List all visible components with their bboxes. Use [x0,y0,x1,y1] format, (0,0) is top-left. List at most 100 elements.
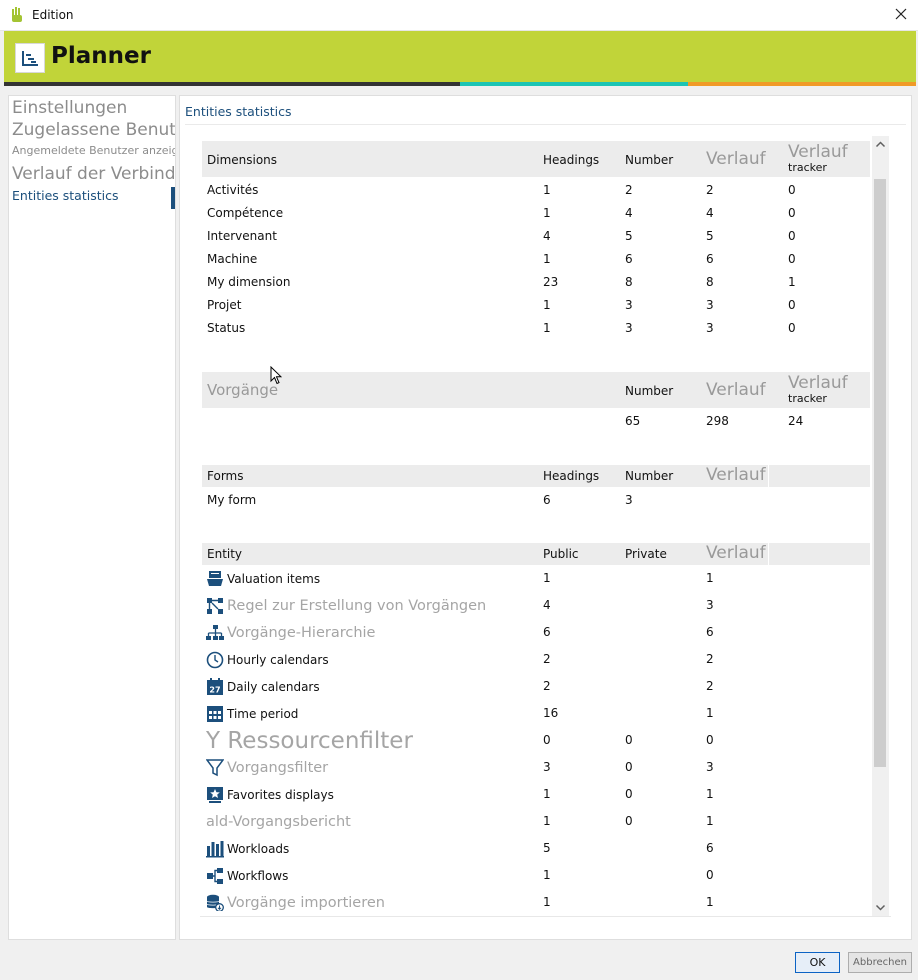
sidebar-item-verlauf-verbindung[interactable]: Verlauf der Verbindung [12,164,175,184]
main-panel: Entities statistics Dimensions Headings … [179,95,912,940]
entity-name: Vorgänge-Hierarchie [227,624,376,641]
dimension-name: Status [207,321,246,335]
app-title: Planner [51,43,151,69]
form-headings: 6 [543,493,551,507]
table-row: Vorgänge importieren 1 1 [202,889,870,911]
vorgaenge-number: 65 [625,414,641,428]
dimension-number: 8 [625,275,633,289]
stripe-dark [4,82,232,86]
dimension-number: 6 [625,252,633,266]
planner-logo [15,43,45,73]
entity-name-cell: Workloads [206,835,289,862]
dimensions-col-number: Number [625,153,674,167]
calendar-27-icon: 27 [206,677,224,696]
ok-button[interactable]: OK [795,952,840,973]
panel-bottom-divider [200,916,891,917]
sidebar-nav: Einstellungen Zugelassene Benutzer/Grupp… [8,95,176,940]
table-row: Valuation items 1 1 [202,565,870,592]
dimensions-col-name: Dimensions [207,153,278,167]
dimension-number: 2 [625,183,633,197]
entity-name: Favorites displays [227,787,334,802]
vertical-scrollbar[interactable] [872,136,889,916]
dimension-verlauf: 8 [706,275,714,289]
dimension-verlauf: 3 [706,298,714,312]
entities-table: Entity Public Private Verlauf Valuation … [202,543,870,911]
entities-col-verlauf: Verlauf [706,543,766,563]
entity-verlauf: 3 [706,598,714,612]
table-row: Favorites displays 1 0 1 [202,781,870,808]
entity-public: 2 [543,679,551,693]
dimension-headings: 1 [543,206,551,220]
scroll-down-arrow-icon[interactable] [872,899,889,916]
vorgaenge-col-verlauf: Verlauf [706,380,766,400]
dimension-headings: 4 [543,229,551,243]
table-row: 65 298 24 [202,408,870,431]
dimension-headings: 23 [543,275,559,289]
dimension-number: 3 [625,298,633,312]
entity-verlauf: 1 [706,814,714,828]
entity-name-cell: Vorgänge importieren [206,889,385,911]
entity-name: Vorgänge importieren [227,894,385,911]
entity-verlauf: 3 [706,760,714,774]
stripe-orange [688,82,916,86]
dimensions-header: Dimensions Headings Number Verlauf Verla… [202,141,870,177]
dimension-tracker: 0 [788,252,796,266]
table-row: Y Ressourcenfilter 0 0 0 [202,727,870,754]
sidebar-item-einstellungen[interactable]: Einstellungen [12,98,127,118]
table-row: Intervenant 4 5 5 0 [202,223,870,246]
hand-app-icon [12,7,22,22]
sidebar-item-angemeldete-benutzer[interactable]: Angemeldete Benutzer anzeigen [12,144,175,157]
dimensions-table: Dimensions Headings Number Verlauf Verla… [202,141,870,338]
dimensions-col-verlauf-tracker: Verlauf tracker [788,142,848,173]
forms-col-verlauf: Verlauf [706,465,766,485]
entity-name: ald-Vorgangsbericht [206,813,351,830]
dimension-tracker: 0 [788,229,796,243]
entity-name: Valuation items [227,571,321,586]
entity-name-cell: Valuation items [206,565,320,592]
dimension-name: Machine [207,252,258,266]
entity-public: 3 [543,760,551,774]
sidebar-item-zugelassene-benutzer[interactable]: Zugelassene Benutzer/Gruppen [12,120,175,140]
dimension-name: Activités [207,183,259,197]
table-row: Workloads 5 6 [202,835,870,862]
entity-public: 4 [543,598,551,612]
scrollbar-thumb[interactable] [874,179,886,767]
stripe-dark-2 [232,82,460,86]
entities-header: Entity Public Private Verlauf [202,543,870,565]
vorgaenge-col-number: Number [625,384,674,398]
table-row: Regel zur Erstellung von Vorgängen 4 3 [202,592,870,619]
header-separator [768,465,769,487]
vorgaenge-col-verlauf2: Verlauf [788,373,848,393]
favorite-star-icon [206,786,224,804]
entity-private: 0 [625,814,633,828]
table-row: ald-Vorgangsbericht 1 0 1 [202,808,870,835]
dimension-number: 5 [625,229,633,243]
dimension-headings: 1 [543,183,551,197]
table-row: Compétence 1 4 4 0 [202,200,870,223]
entity-name: Vorgangsfilter [227,759,329,776]
planner-banner: Planner [4,31,916,82]
heading-divider [185,124,906,125]
workflow-icon [206,867,224,885]
workload-bars-icon [206,840,224,858]
hierarchy-icon [206,624,224,642]
entity-public: 16 [543,706,559,720]
vorgaenge-table: Vorgänge Number Verlauf Verlauf tracker … [202,372,870,431]
panel-heading: Entities statistics [185,104,292,119]
forms-header: Forms Headings Number Verlauf [202,465,870,487]
dimension-tracker: 0 [788,298,796,312]
entity-name-cell: Vorgänge-Hierarchie [206,619,375,646]
close-icon[interactable] [893,6,909,22]
stripe-cyan [460,82,688,86]
entity-verlauf: 1 [706,787,714,801]
dimension-number: 3 [625,321,633,335]
forms-table: Forms Headings Number Verlauf My form 6 … [202,465,870,510]
entity-name-cell: Y Ressourcenfilter [206,727,413,754]
cancel-button[interactable]: Abbrechen [848,952,912,973]
vorgaenge-header: Vorgänge Number Verlauf Verlauf tracker [202,372,870,408]
scroll-up-arrow-icon[interactable] [872,136,889,153]
sidebar-item-entities-statistics[interactable]: Entities statistics [12,188,118,203]
filter-icon [206,758,224,777]
statistics-content[interactable]: Dimensions Headings Number Verlauf Verla… [202,136,874,911]
planner-chart-icon [22,51,38,66]
